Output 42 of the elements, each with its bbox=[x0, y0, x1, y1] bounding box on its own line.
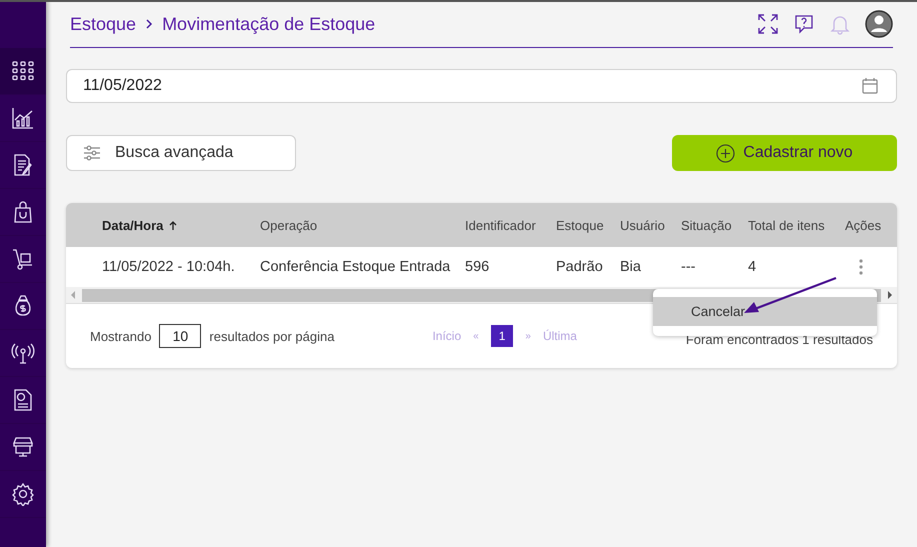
column-header[interactable]: Total de itens bbox=[748, 218, 825, 232]
breadcrumb-item: Movimentação de Estoque bbox=[162, 14, 376, 34]
fullscreen-icon[interactable] bbox=[757, 13, 779, 35]
table-cell: 596 bbox=[465, 259, 490, 275]
apps-grid-icon bbox=[11, 59, 35, 83]
table-cell: Padrão bbox=[556, 259, 603, 275]
advanced-search-button[interactable]: Busca avançada bbox=[66, 135, 296, 171]
column-header[interactable]: Situação bbox=[681, 218, 732, 232]
breadcrumb-item[interactable]: Estoque bbox=[70, 14, 136, 34]
help-icon[interactable] bbox=[793, 13, 815, 35]
page-size-field[interactable]: 10 bbox=[159, 324, 202, 348]
column-header[interactable]: Ações bbox=[845, 218, 882, 232]
page-number[interactable]: 1 bbox=[490, 325, 514, 347]
column-header[interactable]: Usuário bbox=[620, 218, 665, 232]
chevron-icon bbox=[144, 18, 154, 30]
hand-truck-icon bbox=[11, 247, 35, 271]
store-icon bbox=[11, 435, 35, 459]
more-options-icon[interactable] bbox=[859, 259, 863, 275]
settings-icon bbox=[11, 482, 35, 506]
date-field[interactable]: 11/05/2022 bbox=[66, 69, 897, 103]
menu-item[interactable]: Cancelar bbox=[653, 297, 877, 326]
avatar-icon[interactable] bbox=[865, 10, 893, 38]
per-page-label: resultados por página bbox=[209, 328, 334, 344]
table-cell: 4 bbox=[748, 259, 756, 275]
column-header[interactable]: Identificador bbox=[465, 218, 536, 232]
plus-icon bbox=[716, 144, 736, 162]
column-header[interactable]: Data/Hora bbox=[102, 218, 164, 232]
column-header[interactable]: Operação bbox=[260, 218, 318, 232]
sidebar-item[interactable] bbox=[0, 48, 46, 95]
sort-arrow-icon[interactable] bbox=[168, 220, 178, 230]
calendar-icon[interactable] bbox=[861, 77, 879, 95]
create-button[interactable]: Cadastrar novo bbox=[672, 135, 897, 171]
column-header[interactable]: Estoque bbox=[556, 218, 604, 232]
table-cell: --- bbox=[681, 259, 696, 275]
table-cell: 11/05/2022 - 10:04h. bbox=[102, 259, 235, 275]
filter-icon bbox=[83, 145, 101, 161]
scroll-right-icon[interactable] bbox=[887, 291, 893, 299]
showing-label: Mostrando bbox=[90, 328, 152, 344]
antenna-icon bbox=[11, 341, 35, 365]
table-cell: Conferência Estoque Entrada bbox=[260, 259, 450, 275]
chart-icon bbox=[11, 106, 35, 130]
table-cell: Bia bbox=[620, 259, 641, 275]
